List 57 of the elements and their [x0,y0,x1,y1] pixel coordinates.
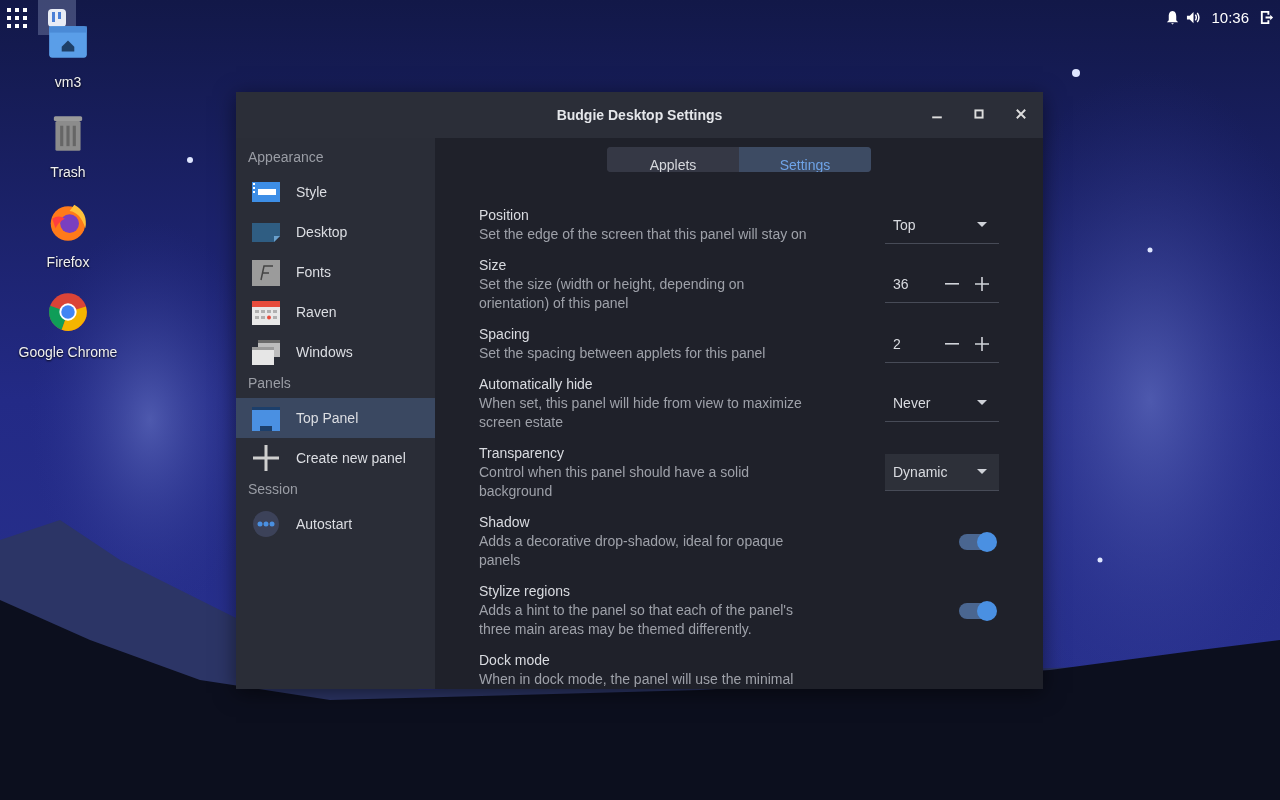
sidebar-item[interactable]: Create new panel [236,438,435,478]
setting-description: When set, this panel will hide from view to maximize screen estate [479,394,803,432]
sidebar-item[interactable]: Top Panel [236,398,435,438]
plus-icon [252,444,280,472]
dropdown[interactable]: Dynamic [885,454,999,491]
setting-description: Adds a decorative drop-shadow, ideal for opaque panels [479,532,785,570]
section-heading: Session [247,480,299,499]
toggle-switch[interactable] [959,602,995,619]
sidebar-item[interactable]: Autostart [236,504,435,544]
sidebar-item[interactable]: Style [236,172,435,212]
panel-window-icon [252,404,280,432]
setting-description: Set the spacing between applets for this panel [479,344,767,363]
speaker-icon[interactable] [1186,10,1202,25]
windows-stack-icon [252,338,280,366]
sidebar-item[interactable]: Fonts [236,252,435,292]
desktop-icon-label[interactable]: vm3 [54,74,82,90]
desktop-icon-label[interactable]: Trash [50,164,86,180]
setting-description: Set the size (width or height, depending on orientation) of this panel [479,275,746,313]
maximize-icon[interactable] [973,108,985,120]
setting-description: Set the edge of the screen that this panel will stay on [479,225,808,244]
plus-icon[interactable] [975,336,989,351]
caret-icon [977,469,987,475]
dropdown[interactable]: Top [885,206,999,244]
caret-icon [977,400,987,406]
setting-description: Adds a hint to the panel so that each of the panel's three main areas may be themed differently. [479,601,794,639]
section-heading: Appearance [247,148,325,167]
app-grid-icon[interactable] [7,7,27,28]
plus-icon[interactable] [975,277,989,291]
desktop-icon-label[interactable]: Google Chrome [18,344,118,360]
logout-icon[interactable] [1259,10,1274,25]
sidebar-item[interactable]: Windows [236,332,435,372]
sidebar-item[interactable]: Desktop [236,212,435,252]
caret-icon [977,221,987,228]
setting-title: Shadow [479,513,531,532]
number-field[interactable]: 2 [893,335,929,352]
browser-circle-icon[interactable] [46,290,90,334]
section-heading: Panels [247,374,292,393]
toggle-switch[interactable] [959,533,995,550]
setting-title: Spacing [479,325,531,344]
setting-description: Control when this panel should have a solid background [479,463,751,501]
desktop-icon-label[interactable]: Firefox [46,254,90,270]
setting-title: Stylize regions [479,582,572,601]
setting-title: Dock mode [479,651,551,670]
window-title: Budgie Desktop Settings [556,107,723,123]
setting-title: Position [479,206,530,225]
close-icon[interactable] [1015,108,1027,120]
font-letter-icon [252,258,280,286]
dropdown[interactable]: Never [885,385,999,422]
sidebar-item[interactable]: Raven [236,292,435,332]
number-field[interactable]: 36 [893,276,929,292]
setting-title: Automatically hide [479,375,594,394]
calendar-icon [252,298,280,326]
setting-description: When in dock mode, the panel will use the minimal [479,670,795,689]
dots-circle-icon [252,510,280,538]
clock[interactable]: 10:36 [1211,9,1249,26]
setting-title: Size [479,256,508,275]
setting-title: Transparency [479,444,566,463]
